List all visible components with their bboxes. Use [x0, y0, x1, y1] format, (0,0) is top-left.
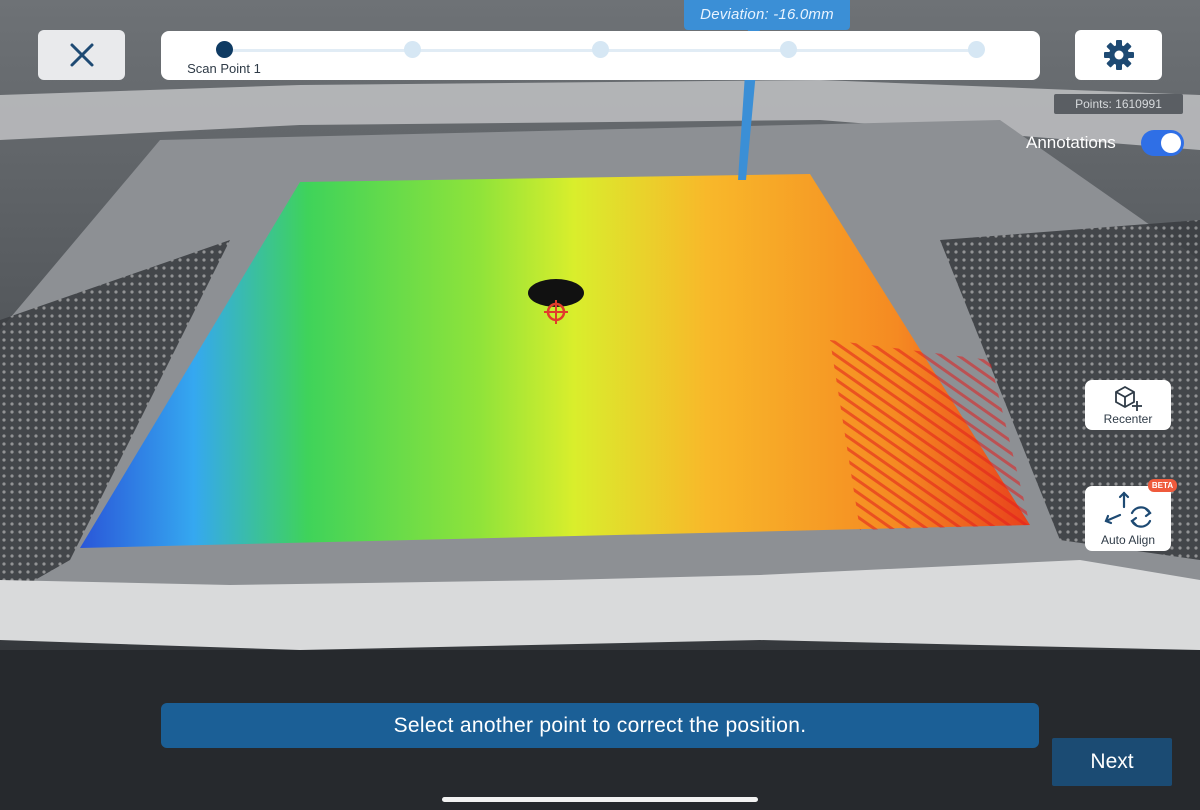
point-cloud-viewport[interactable] [0, 0, 1200, 810]
step-3[interactable] [520, 41, 680, 61]
auto-align-label: Auto Align [1100, 533, 1156, 547]
next-button[interactable]: Next [1052, 738, 1172, 786]
home-indicator[interactable] [442, 797, 758, 802]
toggle-knob [1161, 133, 1181, 153]
instruction-banner: Select another point to correct the posi… [161, 703, 1039, 748]
step-1[interactable]: Scan Point 1 [144, 41, 304, 76]
step-dot [215, 41, 233, 58]
gear-icon [1103, 40, 1134, 70]
step-dot [591, 41, 609, 58]
annotations-toggle[interactable] [1141, 130, 1184, 156]
step-5[interactable] [896, 41, 1056, 61]
scan-point-stepper: Scan Point 1 [161, 31, 1040, 80]
cube-recenter-icon [1115, 385, 1142, 411]
auto-align-button[interactable]: Auto Align [1085, 486, 1171, 551]
deviation-text: Deviation: -16.0mm [700, 5, 834, 23]
instruction-text: Select another point to correct the posi… [393, 713, 807, 737]
points-count-text: Points: 1610991 [1075, 97, 1162, 111]
step-dot [403, 41, 421, 58]
close-icon [70, 43, 93, 67]
settings-button[interactable] [1075, 30, 1162, 80]
close-button[interactable] [38, 30, 125, 80]
step-2[interactable] [332, 41, 492, 61]
next-label: Next [1090, 750, 1134, 773]
step-dot [779, 41, 797, 58]
annotations-label: Annotations [1026, 133, 1116, 152]
recenter-label: Recenter [1103, 412, 1153, 426]
beta-badge: BETA [1148, 479, 1177, 492]
points-count: Points: 1610991 [1054, 94, 1183, 114]
deviation-tag: Deviation: -16.0mm [684, 0, 850, 30]
recenter-button[interactable]: Recenter [1085, 380, 1171, 430]
step-4[interactable] [708, 41, 868, 61]
auto-align-icon [1104, 491, 1152, 528]
step-dot [967, 41, 985, 58]
step-label: Scan Point 1 [187, 61, 261, 76]
